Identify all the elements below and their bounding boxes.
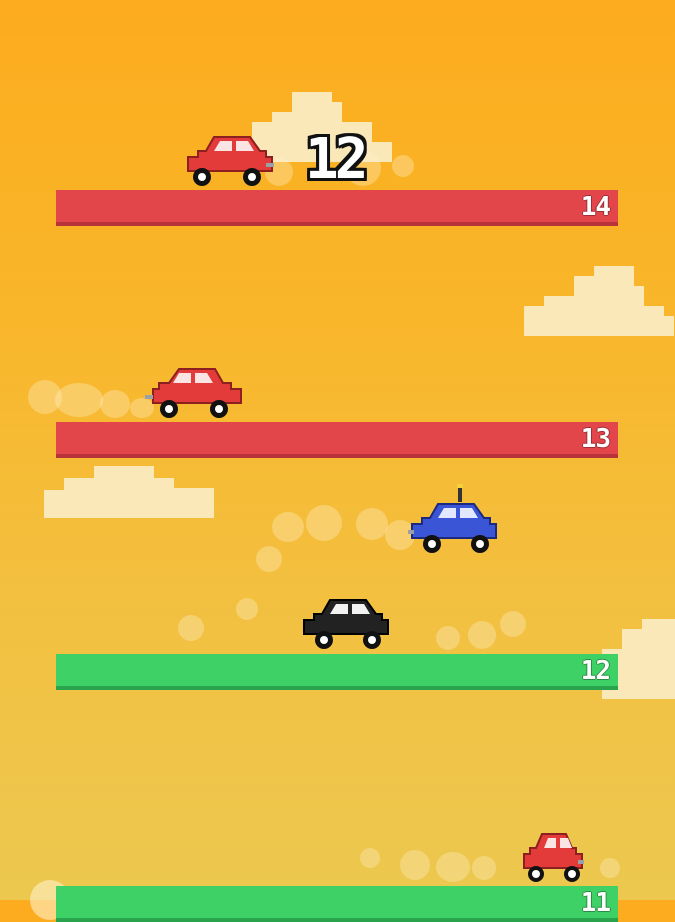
platform-level-11: 11 xyxy=(56,886,618,922)
level-number: 13 xyxy=(580,424,611,454)
red-car xyxy=(145,368,242,418)
score-counter: 12 xyxy=(305,127,368,192)
black-car xyxy=(303,599,389,649)
red-car xyxy=(523,833,584,882)
red-car xyxy=(187,136,274,186)
platform-level-14: 14 xyxy=(56,190,618,226)
blue-player-car xyxy=(408,484,497,553)
level-number: 12 xyxy=(580,656,611,686)
level-number: 14 xyxy=(580,192,611,222)
level-number: 11 xyxy=(580,888,611,918)
platform-level-13: 13 xyxy=(56,422,618,458)
platform-level-12: 12 xyxy=(56,654,618,690)
